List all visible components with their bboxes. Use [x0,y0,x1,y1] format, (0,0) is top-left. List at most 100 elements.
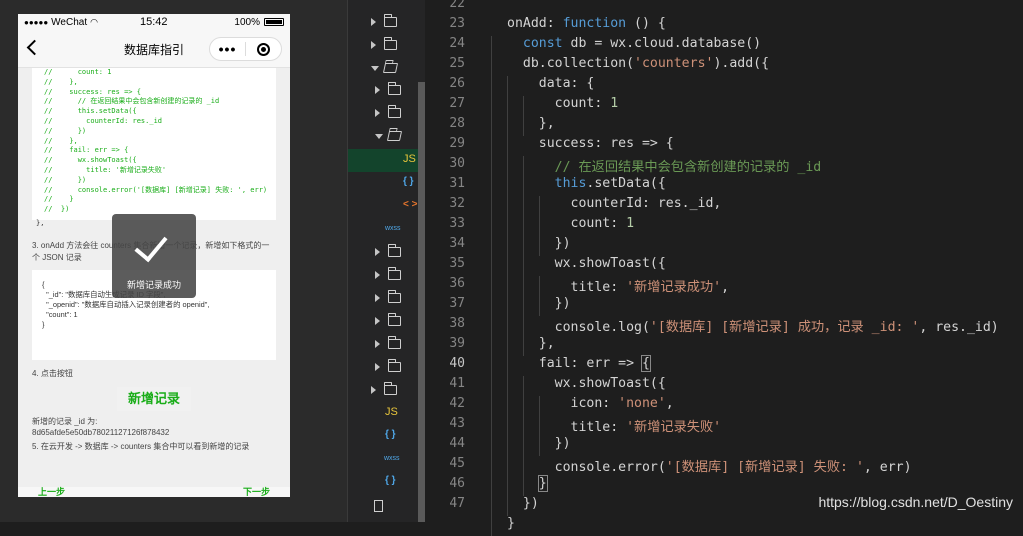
line-number: 25 [449,56,465,71]
code-line[interactable]: success: res => { [507,136,674,151]
code-line[interactable]: wx.showToast({ [507,256,666,271]
chevron-right-icon[interactable] [375,317,380,325]
code-line[interactable]: count: 1 [507,96,619,111]
tree-folder[interactable] [348,34,418,57]
line-number: 22 [449,0,465,11]
code-line[interactable]: const db = wx.cloud.database() [507,36,761,51]
indent-guide [491,36,492,536]
code-line[interactable]: }) [507,496,539,511]
step-4-text: 4. 点击按钮 [32,369,73,378]
line-number: 27 [449,96,465,111]
code-line[interactable]: title: '新增记录成功', [507,276,730,295]
json-file-icon: { } [403,176,414,187]
tree-file[interactable]: JS [348,149,418,172]
tree-folder[interactable] [348,11,418,34]
code-line[interactable]: onAdd: function () { [507,16,666,31]
folder-icon [387,267,401,280]
next-step-link[interactable]: 下一步 [243,485,270,497]
chevron-down-icon[interactable] [375,134,383,139]
chevron-right-icon[interactable] [375,340,380,348]
tree-folder[interactable] [348,356,418,379]
code-line[interactable]: console.error('[数据库] [新增记录] 失败: ', err) [507,456,912,475]
tree-folder[interactable] [348,241,418,264]
code-line[interactable]: }, [507,116,555,131]
tree-file[interactable]: wxss [348,448,418,471]
folder-open-icon [386,131,403,141]
checkmark-icon [136,228,172,264]
code-line[interactable]: // 在返回结果中会包含新创建的记录的 _id [507,156,822,175]
code-line[interactable]: count: 1 [507,216,635,231]
tree-folder[interactable] [348,79,418,102]
prev-step-link[interactable]: 上一步 [38,485,65,497]
chevron-right-icon[interactable] [375,294,380,302]
line-number: 31 [449,176,465,191]
code-line[interactable]: }) [507,296,571,311]
chevron-right-icon[interactable] [375,248,380,256]
line-number: 41 [449,376,465,391]
code-line[interactable]: fail: err => { [507,355,651,372]
tree-file[interactable]: { } [348,425,418,448]
tree-file[interactable]: { } [348,172,418,195]
wxss-file-icon: wxss [385,225,401,232]
result-id: 8d65afde5e50db78021127126f878432 [32,428,170,437]
code-line[interactable]: counterId: res._id, [507,196,722,211]
chevron-right-icon[interactable] [371,41,376,49]
line-number: 34 [449,236,465,251]
tree-folder[interactable] [348,287,418,310]
code-line[interactable]: data: { [507,76,595,91]
line-number: 23 [449,16,465,31]
tree-folder[interactable] [348,379,418,402]
code-line[interactable]: db.collection('counters').add({ [507,56,769,71]
tree-folder[interactable] [348,102,418,125]
chevron-down-icon[interactable] [371,66,379,71]
chevron-right-icon[interactable] [375,86,380,94]
carrier-label: WeChat [51,16,88,28]
add-record-button[interactable]: 新增记录 [117,387,191,411]
tree-file[interactable]: JS [348,402,418,425]
code-line[interactable]: }, [507,336,555,351]
signal-icon: ●●●●● [24,17,49,27]
folder-icon [387,336,401,349]
phone-screen: ●●●●● WeChat ◠ 15:42 100% 数据库指引 ••• // c… [18,14,290,497]
tree-folder[interactable] [348,125,418,148]
tree-folder[interactable] [348,333,418,356]
capsule-menu: ••• [209,37,282,61]
battery-icon [264,18,284,26]
tree-folder[interactable] [348,264,418,287]
folder-icon [383,37,397,50]
watermark: https://blog.csdn.net/D_Oestiny [818,494,1013,510]
code-line[interactable]: }) [507,436,571,451]
code-line[interactable]: }) [507,236,571,251]
code-line[interactable]: this.setData({ [507,176,666,191]
line-number: 38 [449,316,465,331]
tree-file[interactable]: wxss [348,218,418,241]
code-line[interactable]: icon: 'none', [507,396,674,411]
code-editor[interactable]: 22 23 24 25 26 27 28 29 30 31 32 33 34 35 36 37 38 39 40 41… [425,0,1023,536]
code-line[interactable]: wx.showToast({ [507,376,666,391]
step-5-text: 5. 在云开发 -> 数据库 -> counters 集合中可以看到新增的记录 [32,442,250,451]
line-number: 46 [449,476,465,491]
chevron-right-icon[interactable] [371,386,376,394]
close-miniprogram-button[interactable] [246,42,281,56]
bottom-nav: 上一步 下一步 [18,487,290,497]
chevron-right-icon[interactable] [375,109,380,117]
code-line[interactable]: } [507,516,515,531]
code-line[interactable]: title: '新增记录失败' [507,416,722,435]
tree-file[interactable]: < > [348,195,418,218]
battery-percent: 100% [234,16,260,28]
chevron-right-icon[interactable] [375,271,380,279]
chevron-right-icon[interactable] [375,363,380,371]
code-line[interactable]: console.log('[数据库] [新增记录] 成功，记录 _id: ', … [507,316,999,335]
tree-file[interactable] [348,495,418,518]
more-icon[interactable]: ••• [210,39,245,59]
file-icon [374,500,383,512]
tree-file[interactable]: { } [348,471,418,494]
line-number: 33 [449,216,465,231]
tree-folder[interactable] [348,57,418,80]
tree-folder[interactable] [348,310,418,333]
folder-icon [387,290,401,303]
code-line[interactable]: } [507,475,548,492]
chevron-right-icon[interactable] [371,18,376,26]
line-number: 39 [449,336,465,351]
explorer-scrollbar[interactable] [418,82,425,522]
